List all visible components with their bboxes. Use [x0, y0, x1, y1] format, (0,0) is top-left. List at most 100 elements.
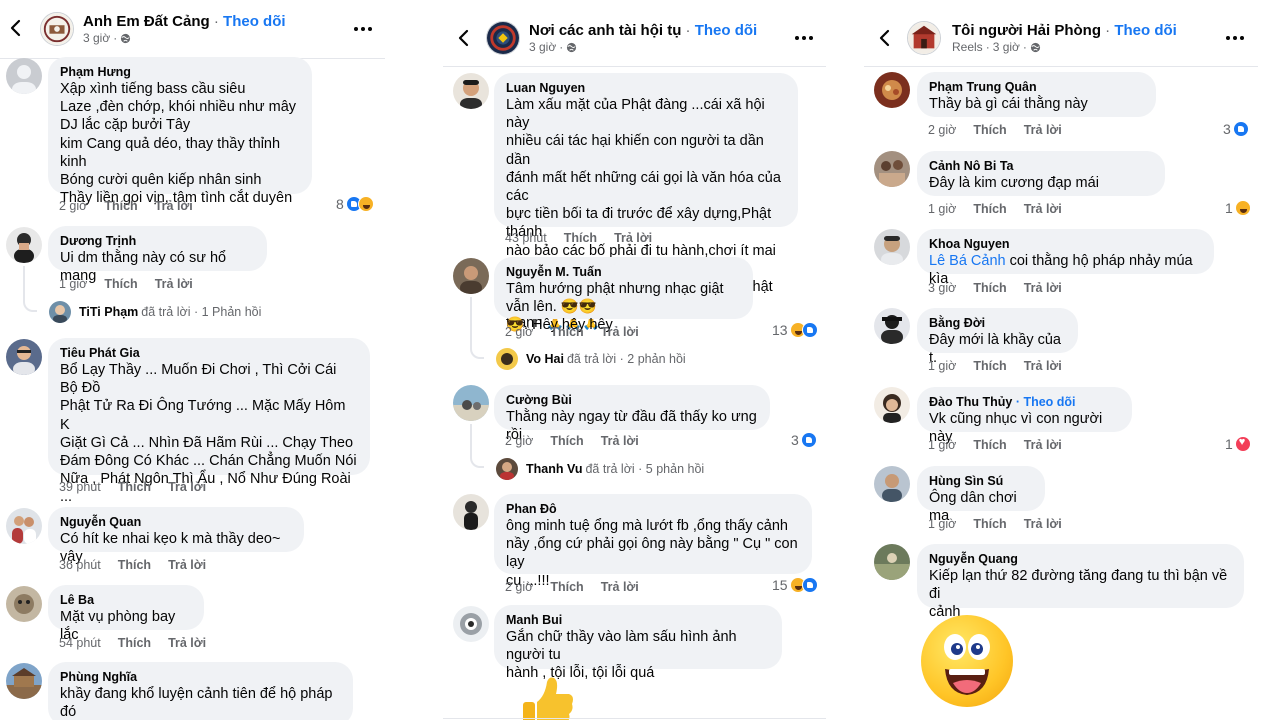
like-button[interactable]: Thích	[973, 123, 1006, 137]
reply-button[interactable]: Trả lời	[168, 558, 206, 572]
reply-author[interactable]: Thanh Vu	[526, 462, 582, 476]
like-button[interactable]: Thích	[973, 438, 1006, 452]
back-arrow-icon[interactable]	[875, 28, 895, 48]
reply-button[interactable]: Trả lời	[168, 480, 206, 494]
reply-author[interactable]: TiTi Phạm	[79, 305, 138, 319]
reply-button[interactable]: Trả lời	[1024, 517, 1062, 531]
comment-author[interactable]: Lê Ba	[60, 593, 192, 607]
comment-author[interactable]: Manh Bui	[506, 613, 770, 627]
comment-author[interactable]: Hùng Sìn Sú	[929, 474, 1033, 488]
avatar[interactable]	[6, 58, 42, 94]
reply-button[interactable]: Trả lời	[155, 199, 193, 213]
reply-thread[interactable]: TiTi Phạm đã trả lời · 1 Phản hồi	[49, 301, 261, 323]
comment-author[interactable]: Nguyễn Quang	[929, 552, 1232, 566]
reaction-summary[interactable]: 8	[336, 196, 374, 212]
avatar[interactable]	[6, 586, 42, 622]
more-icon[interactable]	[354, 26, 374, 32]
reply-thread[interactable]: Vo Hai đã trả lời · 2 phản hồi	[496, 348, 686, 370]
page-name[interactable]: Tôi người Hải Phòng	[952, 22, 1101, 39]
like-button[interactable]: Thích	[118, 558, 151, 572]
reply-button[interactable]: Trả lời	[1024, 438, 1062, 452]
reply-button[interactable]: Trả lời	[1024, 359, 1062, 373]
page-name[interactable]: Anh Em Đất Cảng	[83, 13, 210, 30]
page-title[interactable]: Anh Em Đất Cảng · Theo dõi	[83, 13, 286, 30]
follow-button[interactable]: Theo dõi	[695, 22, 758, 39]
page-title[interactable]: Nơi các anh tài hội tụ · Theo dõi	[529, 22, 757, 39]
like-button[interactable]: Thích	[104, 199, 137, 213]
reaction-summary[interactable]: 3	[1223, 121, 1249, 137]
comment-author[interactable]: Nguyễn M. Tuấn	[506, 265, 741, 279]
reply-button[interactable]: Trả lời	[1024, 123, 1062, 137]
like-button[interactable]: Thích	[118, 636, 151, 650]
follow-button[interactable]: · Theo dõi	[1016, 395, 1076, 409]
avatar[interactable]	[453, 258, 489, 294]
comment-author[interactable]: Dương Trịnh	[60, 234, 255, 248]
comment-author[interactable]: Tiêu Phát Gia	[60, 346, 358, 360]
like-button[interactable]: Thích	[973, 281, 1006, 295]
reply-button[interactable]: Trả lời	[155, 277, 193, 291]
comment-author[interactable]: Phùng Nghĩa	[60, 670, 341, 684]
reaction-summary[interactable]: 3	[791, 432, 817, 448]
comment-author[interactable]: Nguyễn Quan	[60, 515, 292, 529]
comment-author[interactable]: Khoa Nguyen	[929, 237, 1202, 251]
like-button[interactable]: Thích	[550, 434, 583, 448]
avatar[interactable]	[6, 508, 42, 544]
page-name[interactable]: Nơi các anh tài hội tụ	[529, 22, 681, 39]
reply-author[interactable]: Vo Hai	[526, 352, 564, 366]
avatar[interactable]	[6, 663, 42, 699]
like-button[interactable]: Thích	[118, 480, 151, 494]
comment-author[interactable]: Phan Đô	[506, 502, 800, 516]
like-button[interactable]: Thích	[104, 277, 137, 291]
comment-author[interactable]: Đào Thu Thủy	[929, 395, 1012, 409]
mention-link[interactable]: Lê Bá Cảnh	[929, 253, 1006, 269]
like-button[interactable]: Thích	[564, 231, 597, 245]
reply-count[interactable]: · 1 Phản hồi	[194, 305, 261, 319]
comment-author[interactable]: Luan Nguyen	[506, 81, 786, 95]
reaction-summary[interactable]: 13	[772, 322, 818, 338]
follow-button[interactable]: Theo dõi	[1114, 22, 1177, 39]
back-arrow-icon[interactable]	[6, 18, 26, 38]
like-button[interactable]: Thích	[550, 580, 583, 594]
page-avatar[interactable]	[40, 12, 74, 46]
like-button[interactable]: Thích	[973, 359, 1006, 373]
page-avatar[interactable]	[486, 21, 520, 55]
reply-button[interactable]: Trả lời	[1024, 281, 1062, 295]
comment-author[interactable]: Cảnh Nô Bi Ta	[929, 159, 1153, 173]
avatar[interactable]	[874, 72, 910, 108]
reels-label[interactable]: Reels	[952, 40, 983, 54]
page-avatar[interactable]	[907, 21, 941, 55]
avatar[interactable]	[874, 229, 910, 265]
like-button[interactable]: Thích	[973, 517, 1006, 531]
avatar[interactable]	[453, 73, 489, 109]
reply-button[interactable]: Trả lời	[614, 231, 652, 245]
avatar[interactable]	[453, 385, 489, 421]
comment-author[interactable]: Phạm Trung Quân	[929, 80, 1144, 94]
avatar[interactable]	[874, 466, 910, 502]
page-title[interactable]: Tôi người Hải Phòng · Theo dõi	[952, 22, 1177, 39]
reply-button[interactable]: Trả lời	[601, 434, 639, 448]
avatar[interactable]	[874, 544, 910, 580]
comment-author[interactable]: Bằng Đời	[929, 316, 1066, 330]
avatar[interactable]	[453, 606, 489, 642]
avatar[interactable]	[874, 151, 910, 187]
reaction-summary[interactable]: 1	[1225, 436, 1251, 452]
more-icon[interactable]	[795, 35, 815, 41]
like-button[interactable]: Thích	[550, 325, 583, 339]
comment-author[interactable]: Cường Bùi	[506, 393, 758, 407]
reply-count[interactable]: · 5 phản hồi	[638, 462, 704, 476]
avatar[interactable]	[874, 308, 910, 344]
reply-button[interactable]: Trả lời	[1024, 202, 1062, 216]
reaction-summary[interactable]: 1	[1225, 200, 1251, 216]
reply-count[interactable]: · 2 phản hồi	[620, 352, 686, 366]
avatar[interactable]	[874, 387, 910, 423]
reply-button[interactable]: Trả lời	[601, 325, 639, 339]
avatar[interactable]	[6, 339, 42, 375]
comment-author[interactable]: Phạm Hưng	[60, 65, 300, 79]
avatar[interactable]	[453, 494, 489, 530]
avatar[interactable]	[6, 227, 42, 263]
reaction-summary[interactable]: 15	[772, 577, 818, 593]
reply-button[interactable]: Trả lời	[601, 580, 639, 594]
back-arrow-icon[interactable]	[454, 28, 474, 48]
more-icon[interactable]	[1226, 35, 1246, 41]
like-button[interactable]: Thích	[973, 202, 1006, 216]
